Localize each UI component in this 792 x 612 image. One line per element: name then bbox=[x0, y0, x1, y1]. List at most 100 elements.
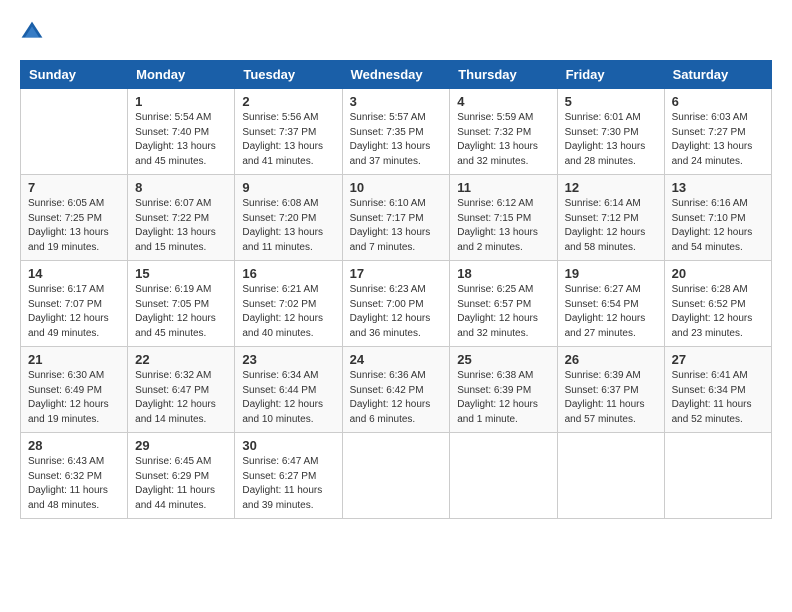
calendar-cell: 17 Sunrise: 6:23 AM Sunset: 7:00 PM Dayli… bbox=[342, 261, 450, 347]
calendar-week-row: 7 Sunrise: 6:05 AM Sunset: 7:25 PM Daylig… bbox=[21, 175, 772, 261]
calendar-cell: 10 Sunrise: 6:10 AM Sunset: 7:17 PM Dayli… bbox=[342, 175, 450, 261]
calendar-cell: 19 Sunrise: 6:27 AM Sunset: 6:54 PM Dayli… bbox=[557, 261, 664, 347]
calendar-cell: 5 Sunrise: 6:01 AM Sunset: 7:30 PM Daylig… bbox=[557, 89, 664, 175]
day-info: Sunrise: 6:38 AM Sunset: 6:39 PM Dayligh… bbox=[457, 369, 549, 427]
calendar-cell: 6 Sunrise: 6:03 AM Sunset: 7:27 PM Daylig… bbox=[664, 89, 771, 175]
weekday-header-cell: Thursday bbox=[450, 61, 557, 89]
day-number: 25 bbox=[457, 352, 549, 367]
day-info: Sunrise: 6:39 AM Sunset: 6:37 PM Dayligh… bbox=[565, 369, 657, 427]
day-info: Sunrise: 6:45 AM Sunset: 6:29 PM Dayligh… bbox=[135, 455, 227, 513]
calendar-cell: 3 Sunrise: 5:57 AM Sunset: 7:35 PM Daylig… bbox=[342, 89, 450, 175]
logo-icon bbox=[20, 20, 44, 44]
day-info: Sunrise: 6:32 AM Sunset: 6:47 PM Dayligh… bbox=[135, 369, 227, 427]
calendar-cell: 24 Sunrise: 6:36 AM Sunset: 6:42 PM Dayli… bbox=[342, 347, 450, 433]
day-number: 27 bbox=[672, 352, 764, 367]
day-info: Sunrise: 5:59 AM Sunset: 7:32 PM Dayligh… bbox=[457, 111, 549, 169]
logo bbox=[20, 20, 48, 44]
day-number: 26 bbox=[565, 352, 657, 367]
day-info: Sunrise: 6:03 AM Sunset: 7:27 PM Dayligh… bbox=[672, 111, 764, 169]
day-number: 21 bbox=[28, 352, 120, 367]
calendar-cell: 1 Sunrise: 5:54 AM Sunset: 7:40 PM Daylig… bbox=[128, 89, 235, 175]
day-info: Sunrise: 6:21 AM Sunset: 7:02 PM Dayligh… bbox=[242, 283, 334, 341]
day-info: Sunrise: 6:12 AM Sunset: 7:15 PM Dayligh… bbox=[457, 197, 549, 255]
day-number: 20 bbox=[672, 266, 764, 281]
calendar-cell: 29 Sunrise: 6:45 AM Sunset: 6:29 PM Dayli… bbox=[128, 433, 235, 519]
calendar-cell: 21 Sunrise: 6:30 AM Sunset: 6:49 PM Dayli… bbox=[21, 347, 128, 433]
day-number: 17 bbox=[350, 266, 443, 281]
day-number: 30 bbox=[242, 438, 334, 453]
calendar-cell bbox=[342, 433, 450, 519]
weekday-header-cell: Monday bbox=[128, 61, 235, 89]
day-number: 29 bbox=[135, 438, 227, 453]
calendar-body: 1 Sunrise: 5:54 AM Sunset: 7:40 PM Daylig… bbox=[21, 89, 772, 519]
calendar-cell bbox=[21, 89, 128, 175]
calendar-cell: 7 Sunrise: 6:05 AM Sunset: 7:25 PM Daylig… bbox=[21, 175, 128, 261]
day-number: 11 bbox=[457, 180, 549, 195]
weekday-header-cell: Sunday bbox=[21, 61, 128, 89]
weekday-header-row: SundayMondayTuesdayWednesdayThursdayFrid… bbox=[21, 61, 772, 89]
calendar-cell: 11 Sunrise: 6:12 AM Sunset: 7:15 PM Dayli… bbox=[450, 175, 557, 261]
weekday-header-cell: Tuesday bbox=[235, 61, 342, 89]
day-info: Sunrise: 5:57 AM Sunset: 7:35 PM Dayligh… bbox=[350, 111, 443, 169]
day-number: 15 bbox=[135, 266, 227, 281]
day-number: 18 bbox=[457, 266, 549, 281]
day-info: Sunrise: 6:23 AM Sunset: 7:00 PM Dayligh… bbox=[350, 283, 443, 341]
calendar-cell: 28Sunrise: 6:43 AM Sunset: 6:32 PM Dayli… bbox=[21, 433, 128, 519]
day-info: Sunrise: 6:47 AM Sunset: 6:27 PM Dayligh… bbox=[242, 455, 334, 513]
day-number: 3 bbox=[350, 94, 443, 109]
calendar-cell: 13Sunrise: 6:16 AM Sunset: 7:10 PM Dayli… bbox=[664, 175, 771, 261]
page-header bbox=[20, 20, 772, 44]
calendar-cell: 15 Sunrise: 6:19 AM Sunset: 7:05 PM Dayli… bbox=[128, 261, 235, 347]
day-number: 2 bbox=[242, 94, 334, 109]
day-info: Sunrise: 6:27 AM Sunset: 6:54 PM Dayligh… bbox=[565, 283, 657, 341]
calendar-cell: 18 Sunrise: 6:25 AM Sunset: 6:57 PM Dayli… bbox=[450, 261, 557, 347]
calendar-table: SundayMondayTuesdayWednesdayThursdayFrid… bbox=[20, 60, 772, 519]
day-info: Sunrise: 6:14 AM Sunset: 7:12 PM Dayligh… bbox=[565, 197, 657, 255]
day-number: 16 bbox=[242, 266, 334, 281]
day-info: Sunrise: 6:07 AM Sunset: 7:22 PM Dayligh… bbox=[135, 197, 227, 255]
day-number: 10 bbox=[350, 180, 443, 195]
calendar-cell bbox=[450, 433, 557, 519]
day-number: 1 bbox=[135, 94, 227, 109]
weekday-header-cell: Saturday bbox=[664, 61, 771, 89]
day-number: 5 bbox=[565, 94, 657, 109]
day-info: Sunrise: 6:05 AM Sunset: 7:25 PM Dayligh… bbox=[28, 197, 120, 255]
day-number: 28 bbox=[28, 438, 120, 453]
day-number: 22 bbox=[135, 352, 227, 367]
calendar-cell: 2 Sunrise: 5:56 AM Sunset: 7:37 PM Daylig… bbox=[235, 89, 342, 175]
day-number: 7 bbox=[28, 180, 120, 195]
day-info: Sunrise: 6:01 AM Sunset: 7:30 PM Dayligh… bbox=[565, 111, 657, 169]
calendar-cell: 20 Sunrise: 6:28 AM Sunset: 6:52 PM Dayli… bbox=[664, 261, 771, 347]
calendar-cell: 8Sunrise: 6:07 AM Sunset: 7:22 PM Daylig… bbox=[128, 175, 235, 261]
day-info: Sunrise: 5:54 AM Sunset: 7:40 PM Dayligh… bbox=[135, 111, 227, 169]
calendar-cell: 30 Sunrise: 6:47 AM Sunset: 6:27 PM Dayli… bbox=[235, 433, 342, 519]
day-info: Sunrise: 6:10 AM Sunset: 7:17 PM Dayligh… bbox=[350, 197, 443, 255]
day-number: 24 bbox=[350, 352, 443, 367]
weekday-header-cell: Friday bbox=[557, 61, 664, 89]
calendar-week-row: 1 Sunrise: 5:54 AM Sunset: 7:40 PM Daylig… bbox=[21, 89, 772, 175]
calendar-cell: 25 Sunrise: 6:38 AM Sunset: 6:39 PM Dayli… bbox=[450, 347, 557, 433]
calendar-cell: 16 Sunrise: 6:21 AM Sunset: 7:02 PM Dayli… bbox=[235, 261, 342, 347]
day-info: Sunrise: 6:19 AM Sunset: 7:05 PM Dayligh… bbox=[135, 283, 227, 341]
day-number: 6 bbox=[672, 94, 764, 109]
day-info: Sunrise: 6:30 AM Sunset: 6:49 PM Dayligh… bbox=[28, 369, 120, 427]
calendar-cell bbox=[557, 433, 664, 519]
calendar-cell: 14Sunrise: 6:17 AM Sunset: 7:07 PM Dayli… bbox=[21, 261, 128, 347]
day-info: Sunrise: 6:34 AM Sunset: 6:44 PM Dayligh… bbox=[242, 369, 334, 427]
weekday-header-cell: Wednesday bbox=[342, 61, 450, 89]
day-number: 9 bbox=[242, 180, 334, 195]
day-number: 12 bbox=[565, 180, 657, 195]
calendar-cell: 26 Sunrise: 6:39 AM Sunset: 6:37 PM Dayli… bbox=[557, 347, 664, 433]
day-number: 19 bbox=[565, 266, 657, 281]
calendar-cell: 22 Sunrise: 6:32 AM Sunset: 6:47 PM Dayli… bbox=[128, 347, 235, 433]
day-number: 23 bbox=[242, 352, 334, 367]
day-info: Sunrise: 6:25 AM Sunset: 6:57 PM Dayligh… bbox=[457, 283, 549, 341]
day-info: Sunrise: 5:56 AM Sunset: 7:37 PM Dayligh… bbox=[242, 111, 334, 169]
day-info: Sunrise: 6:16 AM Sunset: 7:10 PM Dayligh… bbox=[672, 197, 764, 255]
day-number: 14 bbox=[28, 266, 120, 281]
day-info: Sunrise: 6:28 AM Sunset: 6:52 PM Dayligh… bbox=[672, 283, 764, 341]
calendar-cell: 12 Sunrise: 6:14 AM Sunset: 7:12 PM Dayli… bbox=[557, 175, 664, 261]
day-info: Sunrise: 6:36 AM Sunset: 6:42 PM Dayligh… bbox=[350, 369, 443, 427]
calendar-cell bbox=[664, 433, 771, 519]
calendar-cell: 4Sunrise: 5:59 AM Sunset: 7:32 PM Daylig… bbox=[450, 89, 557, 175]
